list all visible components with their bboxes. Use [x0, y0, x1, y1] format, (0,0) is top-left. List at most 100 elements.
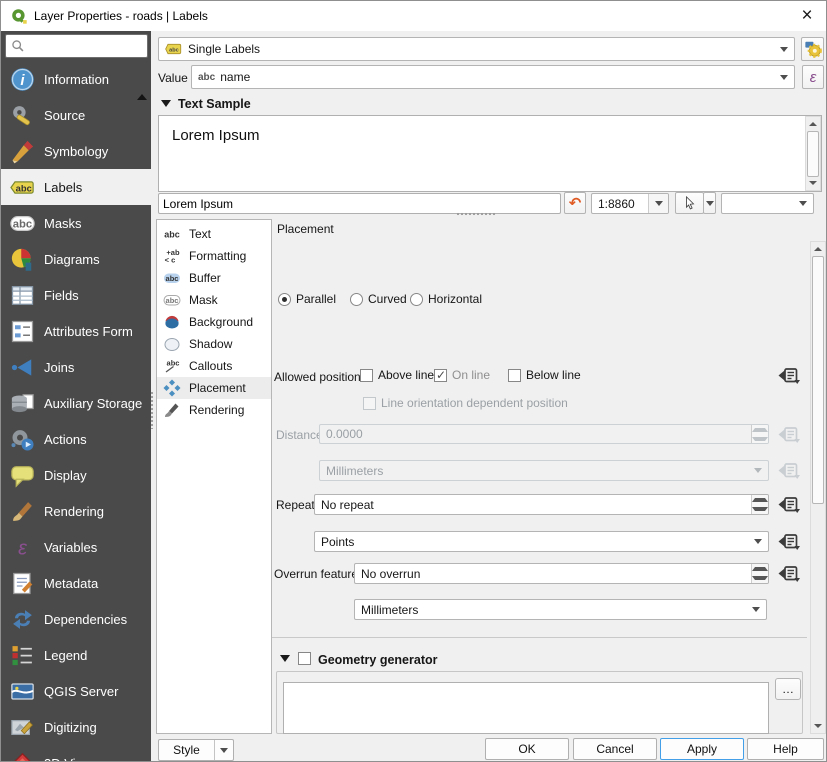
sidebar-item-fields[interactable]: Fields [1, 277, 151, 313]
overrun-units-combo[interactable]: Millimeters [354, 599, 767, 620]
radio-parallel[interactable]: Parallel [278, 292, 336, 306]
splitter-handle[interactable] [150, 391, 155, 429]
sample-text-input-wrap [158, 193, 561, 214]
spinner-arrows-icon[interactable] [751, 564, 768, 583]
tab-shadow[interactable]: Shadow [157, 333, 271, 355]
placement-scrollbar-handle[interactable] [812, 256, 824, 504]
style-dropdown-arrow-icon[interactable] [214, 740, 233, 760]
sidebar-item-masks[interactable]: abcMasks [1, 205, 151, 241]
spinner-arrows-icon[interactable] [751, 495, 768, 514]
sidebar-item-3d-view[interactable]: 3D View [1, 745, 151, 762]
sidebar-item-qgis-server[interactable]: QGIS Server [1, 673, 151, 709]
sidebar-item-digitizing[interactable]: Digitizing [1, 709, 151, 745]
data-defined-override-button[interactable] [777, 365, 802, 385]
checkbox-icon[interactable] [360, 369, 373, 382]
sidebar-item-auxiliary-storage[interactable]: Auxiliary Storage [1, 385, 151, 421]
scroll-down-icon[interactable] [811, 719, 825, 733]
sample-text-input[interactable] [159, 197, 560, 211]
geometry-generator-checkbox[interactable] [298, 652, 311, 665]
scroll-up-icon[interactable] [811, 242, 825, 256]
ok-button[interactable]: OK [485, 738, 569, 760]
radio-horizontal[interactable]: Horizontal [410, 292, 482, 306]
tab-label: Mask [189, 293, 218, 307]
tab-rendering[interactable]: Rendering [157, 399, 271, 421]
sidebar-item-symbology[interactable]: Symbology [1, 133, 151, 169]
tab-buffer[interactable]: abcBuffer [157, 267, 271, 289]
sidebar-search[interactable] [5, 34, 148, 58]
placement-scrollbar[interactable] [810, 241, 826, 734]
set-scale-dropdown-button[interactable] [703, 192, 716, 214]
set-scale-from-canvas-button[interactable] [675, 192, 704, 214]
reset-sample-button[interactable]: ↶ [564, 192, 586, 214]
tab-text[interactable]: abcText [157, 223, 271, 245]
svg-text:abc: abc [166, 296, 179, 305]
sidebar-item-attributes-form[interactable]: Attributes Form [1, 313, 151, 349]
actions-icon [7, 425, 37, 453]
repeat-units-combo[interactable]: Points [314, 531, 769, 552]
sidebar-item-label: Digitizing [44, 720, 97, 735]
sidebar-item-diagrams[interactable]: Diagrams [1, 241, 151, 277]
collapse-arrow-icon[interactable] [161, 100, 171, 107]
dependencies-icon [7, 605, 37, 633]
apply-button[interactable]: Apply [660, 738, 744, 760]
radio-icon[interactable] [278, 293, 291, 306]
label-settings-tabs: abcText+ab< cFormattingabcBuffer abc Mask B… [156, 219, 272, 734]
expression-builder-button[interactable]: ε [802, 65, 824, 89]
display-icon [7, 461, 37, 489]
radio-icon[interactable] [350, 293, 363, 306]
distance-units-combo: Millimeters [319, 460, 769, 481]
scroll-down-icon[interactable] [806, 176, 820, 190]
checkbox-below-line[interactable]: Below line [508, 368, 581, 382]
collapse-arrow-icon[interactable] [280, 655, 290, 662]
sidebar-item-metadata[interactable]: Metadata [1, 565, 151, 601]
checkbox-on-line[interactable]: On line [434, 368, 490, 382]
style-button[interactable]: Style [158, 739, 234, 761]
data-defined-override-button[interactable] [777, 494, 802, 514]
tab-callouts[interactable]: abcCallouts [157, 355, 271, 377]
sidebar-item-dependencies[interactable]: Dependencies [1, 601, 151, 637]
close-button[interactable]: × [793, 4, 821, 28]
checkbox-above-line[interactable]: Above line [360, 368, 434, 382]
svg-text:abc: abc [169, 47, 179, 53]
data-defined-override-button[interactable] [777, 563, 802, 583]
preview-scale-combo[interactable]: 1:8860 [591, 193, 669, 214]
sidebar-item-display[interactable]: Display [1, 457, 151, 493]
sample-scrollbar-handle[interactable] [807, 131, 819, 177]
sidebar-item-label: Auxiliary Storage [44, 396, 142, 411]
splitter-handle[interactable] [456, 212, 496, 216]
sample-scrollbar[interactable] [805, 116, 821, 191]
help-button[interactable]: Help [747, 738, 824, 760]
geometry-generator-ellipsis-button[interactable]: … [775, 678, 801, 700]
sidebar-item-label: Symbology [44, 144, 108, 159]
sidebar-item-legend[interactable]: Legend [1, 637, 151, 673]
scroll-up-icon[interactable] [806, 117, 820, 131]
sidebar-item-variables[interactable]: εVariables [1, 529, 151, 565]
data-defined-override-button[interactable] [777, 531, 802, 551]
value-combo[interactable]: abc name [191, 65, 795, 89]
sidebar-item-labels[interactable]: abcLabels [1, 169, 151, 205]
overrun-spinbox[interactable]: No overrun [354, 563, 769, 584]
radio-icon[interactable] [410, 293, 423, 306]
search-input[interactable] [25, 39, 147, 53]
preview-background-combo[interactable] [721, 193, 814, 214]
label-mode-combo[interactable]: abc Single Labels [158, 37, 795, 61]
distance-units-value: Millimeters [326, 464, 383, 478]
sidebar-item-source[interactable]: Source [1, 97, 151, 133]
sidebar-item-rendering[interactable]: Rendering [1, 493, 151, 529]
geometry-generator-expression-area[interactable] [283, 682, 769, 734]
sidebar-item-joins[interactable]: Joins [1, 349, 151, 385]
tab-formatting[interactable]: +ab< cFormatting [157, 245, 271, 267]
tab-mask[interactable]: abc Mask [157, 289, 271, 311]
cancel-button[interactable]: Cancel [573, 738, 657, 760]
sidebar-item-actions[interactable]: Actions [1, 421, 151, 457]
tab-placement[interactable]: Placement [157, 377, 271, 399]
auto-placement-settings-button[interactable] [801, 37, 824, 61]
window-title: Layer Properties - roads | Labels [34, 9, 208, 23]
checkbox-icon[interactable] [434, 369, 447, 382]
svg-text:abc: abc [12, 218, 31, 230]
repeat-spinbox[interactable]: No repeat [314, 494, 769, 515]
tab-background[interactable]: Background [157, 311, 271, 333]
sidebar-item-information[interactable]: iInformation [1, 61, 151, 97]
radio-curved[interactable]: Curved [350, 292, 407, 306]
checkbox-icon[interactable] [508, 369, 521, 382]
